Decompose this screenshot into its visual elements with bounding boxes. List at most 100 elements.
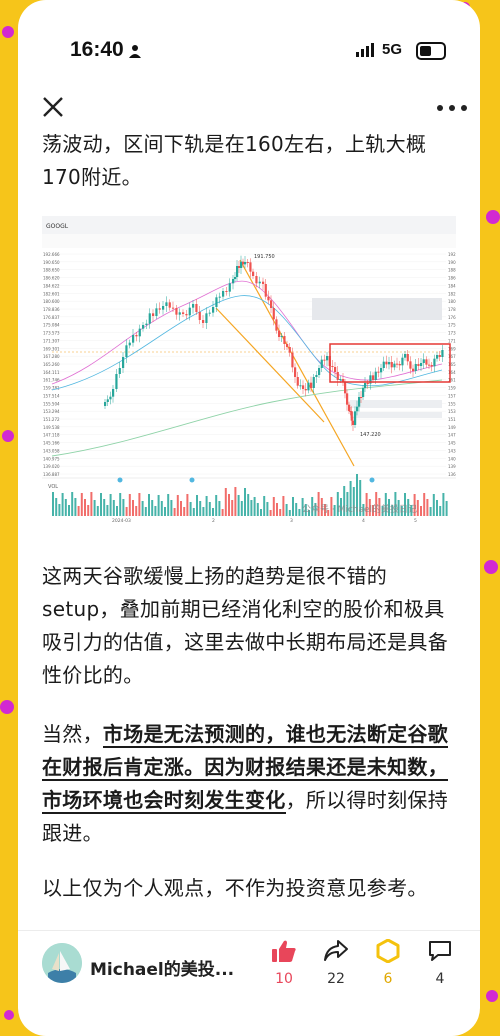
- price-axis-tick: 155.504: [448, 401, 456, 406]
- x-axis-tick: 4: [362, 518, 365, 524]
- price-axis-tick: 180.600: [43, 299, 60, 304]
- price-axis-tick: 139.020: [43, 464, 60, 469]
- chart-low-label: 147.220: [360, 432, 381, 438]
- x-axis-tick: 3: [290, 518, 293, 524]
- price-axis-tick: 192.666: [448, 252, 456, 257]
- price-axis-tick: 171.307: [43, 338, 60, 343]
- comment-icon: [429, 941, 451, 961]
- background-dot: [2, 26, 14, 38]
- more-icon[interactable]: [436, 104, 468, 112]
- bottom-action-bar: Michael的美投... 10 22 6 4: [18, 930, 480, 1036]
- price-axis-tick: 167.280: [448, 354, 456, 359]
- comment-count: 4: [435, 971, 445, 987]
- article-paragraph: 以上仅为个人观点，不作为投资意见参考。: [42, 876, 428, 900]
- battery-icon: [416, 42, 446, 60]
- like-count: 10: [275, 971, 293, 987]
- author-name[interactable]: Michael的美投...: [90, 955, 240, 980]
- network-type: 5G: [382, 41, 403, 58]
- article-paragraph: 这两天谷歌缓慢上扬的趋势是很不错的setup，叠加前期已经消化利空的股价和极具吸…: [42, 564, 448, 687]
- volume-label: VOL: [48, 484, 58, 490]
- background-dot: [486, 990, 498, 1002]
- coin-button[interactable]: 6: [366, 938, 410, 987]
- price-axis-tick: 143.058: [43, 448, 60, 453]
- price-axis-tick: 155.504: [43, 401, 60, 406]
- price-axis-tick: 145.166: [448, 441, 456, 446]
- comment-button[interactable]: 4: [418, 939, 462, 987]
- price-axis-tick: 176.837: [43, 315, 60, 320]
- price-axis-tick: 184.622: [43, 283, 60, 288]
- background-dot: [486, 210, 500, 224]
- coin-count: 6: [383, 971, 393, 987]
- signal-icon: [356, 43, 374, 57]
- background-dot: [2, 430, 14, 442]
- price-axis-tick: 145.166: [43, 441, 60, 446]
- price-axis-tick: 165.260: [448, 362, 456, 367]
- price-axis-tick: 136.887: [43, 472, 60, 477]
- price-axis-tick: 173.573: [448, 331, 456, 336]
- price-axis-tick: 139.020: [448, 464, 456, 469]
- paragraph-prefix: 当然，: [42, 722, 103, 746]
- price-axis-tick: 165.260: [43, 362, 60, 367]
- price-axis-tick: 182.601: [43, 291, 60, 296]
- price-axis-tick: 164.111: [43, 370, 60, 375]
- price-axis-tick: 186.620: [448, 276, 456, 281]
- close-icon[interactable]: [40, 94, 66, 120]
- price-axis-tick: 192.666: [43, 252, 60, 257]
- article-paragraph: 荡波动，区间下轨是在160左右，上轨大概170附近。: [42, 132, 427, 189]
- x-axis-tick: 2: [212, 518, 215, 524]
- article-paragraph: 当然，市场是无法预测的，谁也无法断定谷歌在财报后肯定涨。因为财报结果还是未知数，…: [42, 718, 462, 850]
- price-axis-tick: 178.836: [43, 307, 60, 312]
- price-axis-tick: 157.514: [43, 393, 60, 398]
- person-icon: [129, 45, 141, 58]
- price-axis-tick: 169.301: [43, 346, 60, 351]
- price-axis-tick: 140.975: [43, 456, 60, 461]
- price-axis-tick: 178.836: [448, 307, 456, 312]
- price-axis-tick: 149.538: [448, 425, 456, 430]
- price-axis-tick: 169.301: [448, 346, 456, 351]
- price-axis-tick: 190.650: [448, 260, 456, 265]
- like-button[interactable]: 10: [262, 939, 306, 987]
- chart-ticker: GOOGL: [46, 223, 69, 230]
- price-axis-tick: 136.887: [448, 472, 456, 477]
- price-axis-tick: 180.600: [448, 299, 456, 304]
- price-axis-tick: 175.084: [448, 323, 456, 328]
- thumbs-up-icon: [272, 940, 296, 962]
- background-dot: [484, 560, 498, 574]
- x-axis-tick: 2024-03: [112, 518, 131, 524]
- price-axis-tick: 188.650: [43, 268, 60, 273]
- price-axis-tick: 151.272: [448, 417, 456, 422]
- price-axis-tick: 164.111: [448, 370, 456, 375]
- background-dot: [0, 700, 14, 714]
- share-button[interactable]: 22: [314, 939, 358, 987]
- price-axis-tick: 143.058: [448, 448, 456, 453]
- x-axis-tick: 5: [414, 518, 417, 524]
- price-axis-tick: 190.650: [43, 260, 60, 265]
- price-axis-tick: 140.975: [448, 456, 456, 461]
- price-axis-tick: 188.650: [448, 268, 456, 273]
- status-time: 16:40: [70, 38, 124, 61]
- avatar[interactable]: [42, 943, 82, 983]
- phone-screen: 16:40 5G 荡波动，区间下轨是在160左右，上轨大概170附近。 GOOG…: [18, 0, 480, 1036]
- price-axis-tick: 147.118: [43, 433, 60, 438]
- chart-watermark: 公众号 · Michael的美投日记: [302, 503, 417, 515]
- price-axis-tick: 176.837: [448, 315, 456, 320]
- background-dot: [4, 1010, 14, 1020]
- price-axis-tick: 184.622: [448, 283, 456, 288]
- hexagon-coin-icon: [376, 938, 400, 964]
- price-axis-tick: 159.781: [448, 386, 456, 391]
- price-axis-tick: 149.538: [43, 425, 60, 430]
- price-axis-tick: 151.272: [43, 417, 60, 422]
- share-arrow-icon: [324, 940, 348, 961]
- share-count: 22: [327, 971, 345, 987]
- price-axis-tick: 171.307: [448, 338, 456, 343]
- price-axis-tick: 159.781: [43, 386, 60, 391]
- status-bar: 16:40 5G: [18, 0, 480, 80]
- price-axis-tick: 167.280: [43, 354, 60, 359]
- stock-chart-image[interactable]: GOOGL 192.666 192.666 190.650 190.650 188.65…: [42, 216, 480, 528]
- price-axis-tick: 147.118: [448, 433, 456, 438]
- price-axis-tick: 153.294: [448, 409, 456, 414]
- price-axis-tick: 175.084: [43, 323, 60, 328]
- price-axis-tick: 186.620: [43, 276, 60, 281]
- price-axis-tick: 173.573: [43, 331, 60, 336]
- price-axis-tick: 182.601: [448, 291, 456, 296]
